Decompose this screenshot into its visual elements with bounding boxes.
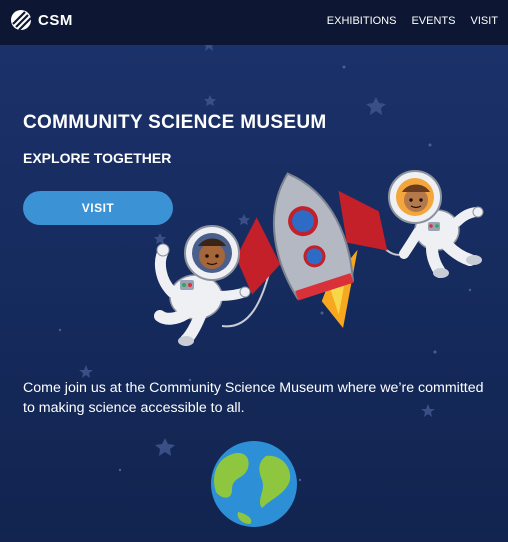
earth-icon [211, 441, 297, 527]
rocket-icon [236, 172, 388, 329]
astronaut-right-icon [388, 170, 484, 278]
page-subtitle: EXPLORE TOGETHER [23, 150, 172, 166]
astronaut-left-icon [154, 225, 251, 346]
space-illustration [154, 170, 484, 527]
hero-description: Come join us at the Community Science Mu… [23, 380, 484, 416]
visit-button[interactable]: VISIT [23, 191, 173, 225]
page-title: COMMUNITY SCIENCE MUSEUM [23, 112, 327, 133]
